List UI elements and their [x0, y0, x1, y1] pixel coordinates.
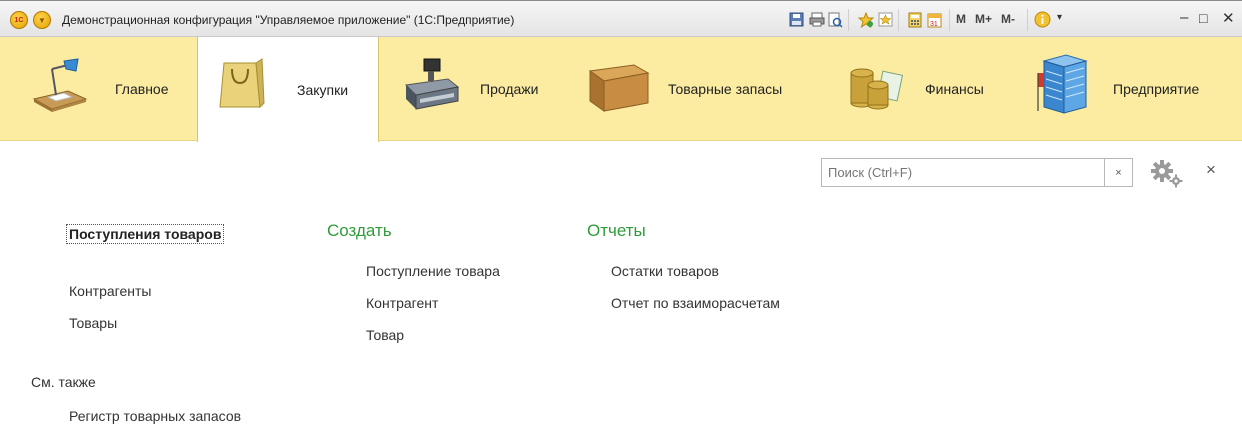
- search-input[interactable]: [821, 158, 1105, 187]
- favorites-add-icon[interactable]: [857, 11, 874, 28]
- print-icon[interactable]: [808, 11, 825, 28]
- main-menu-button[interactable]: ▼: [33, 11, 51, 29]
- window-close-button[interactable]: ✕: [1222, 9, 1235, 27]
- coins-icon: [850, 68, 904, 110]
- memory-m-button[interactable]: M: [956, 12, 966, 26]
- save-icon[interactable]: [788, 11, 805, 28]
- minimize-button[interactable]: –: [1180, 9, 1188, 26]
- favorites-icon[interactable]: [877, 11, 894, 28]
- create-goods-link[interactable]: Товар: [366, 327, 404, 343]
- create-goods-receipt-link[interactable]: Поступление товара: [366, 263, 500, 279]
- nav-link-counterparties[interactable]: Контрагенты: [69, 283, 151, 299]
- section-label: Главное: [115, 81, 169, 97]
- calculator-icon[interactable]: [906, 11, 923, 28]
- section-finance[interactable]: Финансы: [846, 37, 1006, 141]
- info-icon[interactable]: [1034, 11, 1051, 28]
- chevron-down-icon: ▼: [38, 15, 46, 25]
- shopping-bag-icon: [219, 58, 265, 109]
- section-main[interactable]: Главное: [26, 37, 196, 141]
- see-also-inventory-register-link[interactable]: Регистр товарных запасов: [69, 408, 241, 424]
- see-also-heading: См. также: [31, 374, 96, 390]
- section-label: Предприятие: [1113, 81, 1200, 97]
- 1c-logo-icon[interactable]: 1С: [10, 11, 28, 29]
- nav-link-goods-receipts[interactable]: Поступления товаров: [66, 224, 225, 244]
- svg-text:31: 31: [930, 21, 938, 28]
- report-settlements-link[interactable]: Отчет по взаиморасчетам: [611, 295, 780, 311]
- calendar-icon[interactable]: 31: [926, 11, 943, 28]
- nav-link-goods[interactable]: Товары: [69, 315, 117, 331]
- memory-m-minus-button[interactable]: M-: [1001, 12, 1015, 26]
- maximize-button[interactable]: □: [1199, 10, 1207, 26]
- sections-panel: Главное Закупки Продажи Товарные запасы: [0, 37, 1242, 142]
- section-label: Товарные запасы: [668, 81, 783, 97]
- cash-register-icon: [404, 58, 460, 110]
- create-counterparty-link[interactable]: Контрагент: [366, 295, 438, 311]
- title-bar: 1С ▼ Демонстрационная конфигурация "Упра…: [0, 0, 1242, 37]
- section-content: × × Поступления товаров Контрагенты Това…: [0, 142, 1242, 448]
- print-preview-icon[interactable]: [827, 11, 844, 28]
- section-label: Продажи: [480, 81, 539, 97]
- section-label: Закупки: [297, 81, 349, 98]
- search-clear-button[interactable]: ×: [1105, 158, 1133, 187]
- memory-m-plus-button[interactable]: M+: [975, 12, 992, 26]
- section-inventory[interactable]: Товарные запасы: [586, 37, 826, 141]
- office-building-icon: [1037, 54, 1088, 114]
- create-heading: Создать: [327, 221, 392, 240]
- reports-heading: Отчеты: [587, 221, 646, 240]
- section-sales[interactable]: Продажи: [400, 37, 580, 141]
- info-dropdown-icon[interactable]: ▾: [1057, 12, 1062, 23]
- section-purchases[interactable]: Закупки: [197, 37, 379, 142]
- desk-lamp-icon: [32, 58, 88, 112]
- settings-gear-icon[interactable]: [1148, 158, 1184, 188]
- cardboard-box-icon: [588, 64, 650, 112]
- report-stock-balance-link[interactable]: Остатки товаров: [611, 263, 719, 279]
- section-label: Финансы: [925, 81, 984, 97]
- close-icon[interactable]: ×: [1206, 160, 1216, 180]
- section-enterprise[interactable]: Предприятие: [1036, 37, 1242, 141]
- window-title: Демонстрационная конфигурация "Управляем…: [62, 13, 515, 27]
